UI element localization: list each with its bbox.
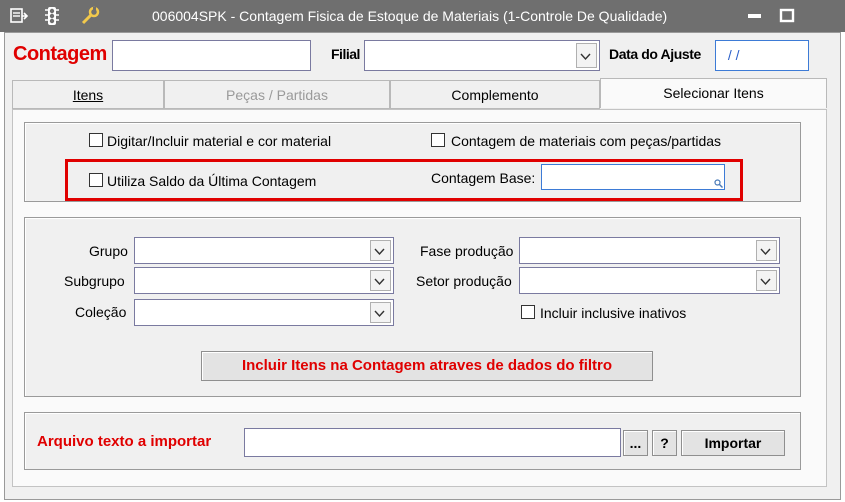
minimize-icon[interactable] [744,6,766,26]
filial-dropdown-button[interactable] [576,43,597,68]
subgrupo-dropdown-button[interactable] [370,270,391,291]
chevron-down-icon [760,278,771,286]
chevron-down-icon [374,278,385,286]
contagem-label: Contagem [13,43,107,65]
search-icon [714,179,723,188]
title-bar: 006004SPK - Contagem Fisica de Estoque d… [0,0,845,32]
tab-complemento[interactable]: Complemento [390,80,600,109]
fase-producao-label: Fase produção [420,243,514,259]
chevron-down-icon [760,248,771,256]
grupo-label: Grupo [89,243,128,259]
setor-producao-select[interactable] [519,267,780,294]
incluir-inativos-label: Incluir inclusive inativos [540,305,687,321]
arquivo-input[interactable] [244,428,621,457]
grupo-select[interactable] [134,237,394,264]
incluir-inativos-checkbox[interactable] [521,305,535,319]
contagem-base-label: Contagem Base: [431,170,536,186]
fase-dropdown-button[interactable] [756,240,777,261]
setor-dropdown-button[interactable] [756,270,777,291]
traffic-light-icon[interactable] [42,6,64,26]
wrench-icon[interactable] [80,6,102,26]
tab-pecas-partidas[interactable]: Peças / Partidas [164,80,390,109]
data-ajuste-input[interactable]: / / [715,40,809,71]
contagem-pecas-checkbox[interactable] [431,133,445,147]
arquivo-label: Arquivo texto a importar [37,433,212,450]
importar-button[interactable]: Importar [681,430,785,456]
colecao-dropdown-button[interactable] [370,302,391,323]
colecao-label: Coleção [75,304,127,320]
tab-selecionar-itens[interactable]: Selecionar Itens [600,78,827,108]
subgrupo-label: Subgrupo [64,273,125,289]
colecao-select[interactable] [134,299,394,326]
digitar-checkbox[interactable] [89,133,103,147]
utiliza-saldo-label: Utiliza Saldo da Última Contagem [107,173,317,189]
setor-producao-label: Setor produção [416,273,512,289]
grupo-dropdown-button[interactable] [370,240,391,261]
filial-select[interactable] [364,40,600,71]
incluir-itens-button[interactable]: Incluir Itens na Contagem atraves de dad… [201,351,653,381]
window-title: 006004SPK - Contagem Fisica de Estoque d… [152,8,668,24]
utiliza-saldo-checkbox[interactable] [89,173,103,187]
filial-label: Filial [331,46,360,62]
contagem-pecas-label: Contagem de materiais com peças/partidas [451,133,722,149]
chevron-down-icon [374,310,385,318]
maximize-icon[interactable] [776,6,798,26]
fase-producao-select[interactable] [519,237,780,264]
chevron-down-icon [374,248,385,256]
help-button[interactable]: ? [652,430,677,456]
chevron-down-icon [580,53,591,61]
data-ajuste-label: Data do Ajuste [609,46,701,62]
menu-icon[interactable] [9,6,31,26]
contagem-input[interactable] [112,40,311,71]
digitar-label: Digitar/Incluir material e cor material [107,133,332,149]
contagem-base-input[interactable] [541,164,725,190]
tab-itens[interactable]: Itens [12,80,164,109]
subgrupo-select[interactable] [134,267,394,294]
browse-button[interactable]: ... [623,430,648,456]
